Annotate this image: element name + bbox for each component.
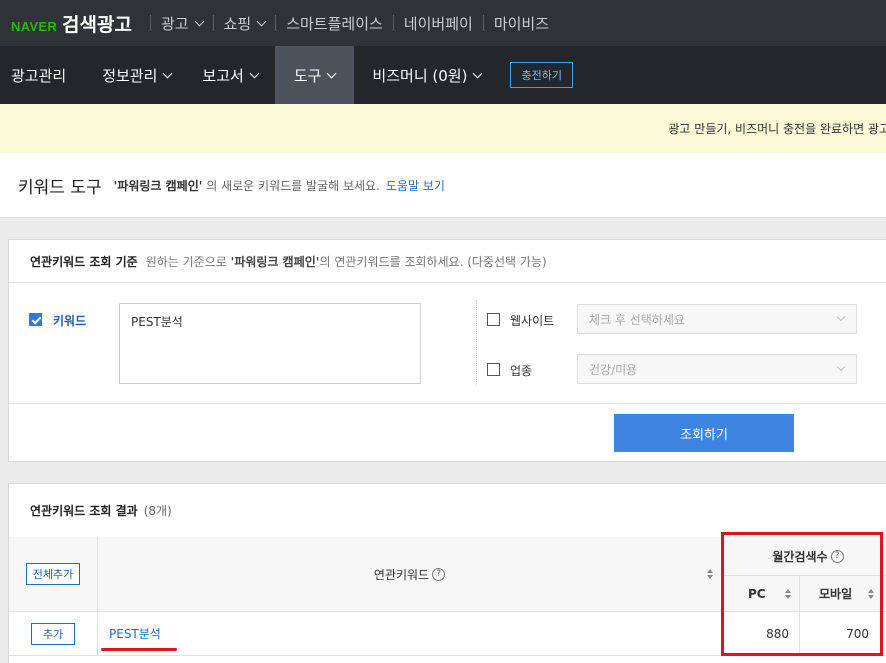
desc-campaign: '파워링크 캠페인': [230, 254, 320, 269]
top-nav-item-shopping[interactable]: 쇼핑: [223, 13, 267, 34]
nav-label: 도구: [293, 66, 322, 85]
results-header: 연관키워드 조회 결과 (8개): [9, 484, 886, 537]
add-button[interactable]: 추가: [30, 622, 76, 645]
naver-logo: NAVER: [11, 18, 58, 34]
criteria-panel: 연관키워드 조회 기준 원하는 기준으로 '파워링크 캠페인'의 연관키워드를 …: [8, 239, 886, 462]
nav-item-reports[interactable]: 보고서: [182, 46, 274, 104]
column-label: 연관키워드: [373, 567, 430, 582]
industry-checkbox[interactable]: [487, 363, 500, 376]
nav-label: 정보관리: [102, 66, 158, 85]
keyword-label: 키워드: [53, 314, 87, 328]
select-value: 건강/미용: [589, 362, 638, 377]
charge-button[interactable]: 충전하기: [510, 62, 573, 88]
top-nav-label: 광고: [160, 14, 189, 33]
divider: [275, 15, 277, 31]
table-row-add: 추가: [9, 612, 98, 656]
brand-logo[interactable]: NAVER 검색광고: [11, 10, 132, 37]
divider: [476, 300, 477, 386]
website-checkbox[interactable]: [487, 313, 500, 326]
results-count: (8개): [143, 504, 172, 518]
page-title: 키워드 도구: [18, 177, 102, 198]
subtitle-text: 의 새로운 키워드를 발굴해 보세요.: [206, 178, 380, 193]
top-nav-label: 쇼핑: [223, 14, 252, 33]
chevron-down-icon: [256, 16, 267, 26]
header-keyword[interactable]: 연관키워드?: [98, 537, 722, 612]
top-nav-item-mybiz[interactable]: 마이비즈: [494, 13, 549, 34]
notice-banner: 광고 만들기, 비즈머니 충전을 완료하면 광고: [0, 104, 886, 153]
highlight-box: [721, 532, 883, 656]
keyword-link[interactable]: PEST분석: [109, 625, 161, 642]
help-circle-icon[interactable]: ?: [432, 567, 446, 581]
main-nav: 광고관리 정보관리 보고서 도구 비즈머니 (0원) 충전하기: [0, 46, 886, 104]
top-nav-item-ads[interactable]: 광고: [160, 13, 205, 34]
keyword-checkbox[interactable]: [29, 313, 42, 326]
nav-item-tools[interactable]: 도구: [274, 46, 355, 104]
criteria-header: 연관키워드 조회 기준 원하는 기준으로 '파워링크 캠페인'의 연관키워드를 …: [9, 240, 886, 283]
divider: [212, 15, 214, 31]
criteria-body: 키워드 PEST분석 웹사이트 체크 후 선택하세요 업종 건강/미용: [9, 283, 886, 404]
nav-label: 보고서: [202, 66, 244, 85]
select-placeholder: 체크 후 선택하세요: [589, 312, 685, 327]
chevron-down-icon: [326, 68, 337, 78]
desc-suffix: 의 연관키워드를 조회하세요. (다중선택 가능): [319, 254, 547, 269]
chevron-down-icon: [249, 68, 260, 78]
select-arrow-icon: [836, 312, 846, 322]
nav-item-ad-management[interactable]: 광고관리: [0, 46, 77, 104]
sort-icon[interactable]: [707, 569, 713, 579]
chevron-down-icon: [473, 68, 483, 78]
add-all-button[interactable]: 전체추가: [25, 563, 81, 585]
desc-prefix: 원하는 기준으로: [145, 254, 227, 269]
notice-text: 광고 만들기, 비즈머니 충전을 완료하면 광고: [668, 122, 886, 136]
nav-item-info-management[interactable]: 정보관리: [77, 46, 182, 104]
nav-label: 광고관리: [11, 66, 67, 85]
industry-select[interactable]: 건강/미용: [577, 354, 857, 384]
search-button[interactable]: 조회하기: [614, 414, 794, 452]
chevron-down-icon: [194, 16, 205, 26]
select-arrow-icon: [836, 362, 846, 372]
table-row-keyword: PEST분석: [98, 612, 722, 656]
keyword-textarea[interactable]: PEST분석: [119, 303, 421, 384]
nav-item-bizmoney[interactable]: 비즈머니 (0원): [354, 46, 492, 104]
top-bar: NAVER 검색광고 광고 쇼핑 스마트플레이스 네이버페이 마이비즈: [0, 0, 886, 46]
page-header: 키워드 도구 '파워링크 캠페인' 의 새로운 키워드를 발굴해 보세요. 도움…: [0, 153, 886, 218]
website-label: 웹사이트: [510, 314, 555, 328]
top-nav: 광고 쇼핑 스마트플레이스 네이버페이 마이비즈: [140, 13, 549, 34]
divider: [392, 15, 394, 31]
page-subtitle: '파워링크 캠페인' 의 새로운 키워드를 발굴해 보세요.: [114, 177, 380, 194]
criteria-description: 원하는 기준으로 '파워링크 캠페인'의 연관키워드를 조회하세요. (다중선택…: [146, 253, 547, 270]
campaign-name: '파워링크 캠페인': [113, 178, 203, 193]
divider: [482, 15, 484, 31]
nav-label: 비즈머니 (0원): [372, 66, 468, 85]
results-title: 연관키워드 조회 결과: [30, 504, 138, 518]
top-nav-item-naverpay[interactable]: 네이버페이: [404, 13, 473, 34]
help-link[interactable]: 도움말 보기: [386, 177, 445, 194]
website-select[interactable]: 체크 후 선택하세요: [577, 304, 857, 334]
header-add-all: 전체추가: [9, 537, 98, 612]
divider: [149, 15, 151, 31]
chevron-down-icon: [162, 68, 173, 78]
brand-title: 검색광고: [62, 13, 132, 36]
industry-label: 업종: [510, 364, 533, 378]
top-nav-item-smartplace[interactable]: 스마트플레이스: [286, 13, 383, 34]
criteria-title: 연관키워드 조회 기준: [30, 254, 138, 269]
highlight-underline: [101, 648, 177, 651]
